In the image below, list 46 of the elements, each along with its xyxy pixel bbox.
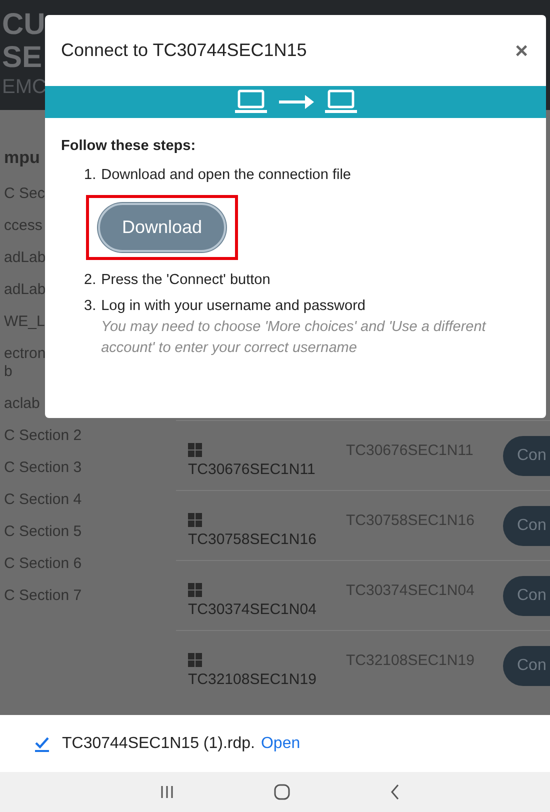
sidebar-item[interactable]: C Sec	[4, 178, 45, 210]
sidebar-item[interactable]: adLab	[4, 274, 46, 306]
sidebar-heading: mpu	[4, 148, 40, 168]
step-number: 3.	[84, 298, 96, 316]
header-title: SE	[2, 41, 42, 74]
sidebar-item[interactable]: WE_L	[4, 306, 45, 338]
sidebar-item[interactable]: ectron b	[4, 338, 46, 388]
connect-button[interactable]: Con	[503, 576, 550, 616]
step-number: 2.	[84, 272, 96, 288]
step-text: Log in with your username and password	[101, 298, 366, 314]
windows-icon	[188, 443, 202, 457]
windows-icon	[188, 583, 202, 597]
computer-name: TC32108SEC1N19	[188, 671, 318, 688]
sidebar-item[interactable]: C Section 4	[4, 484, 82, 516]
sidebar-item[interactable]: C Section 6	[4, 548, 82, 580]
sidebar-item[interactable]: C Section 7	[4, 580, 82, 612]
connect-button[interactable]: Con	[503, 506, 550, 546]
file-name: TC30744SEC1N15 (1).rdp.	[62, 734, 255, 752]
computer-name: TC30374SEC1N04	[188, 601, 318, 618]
dialog-title: Connect to TC30744SEC1N15	[61, 40, 307, 61]
open-link[interactable]: Open	[260, 734, 300, 752]
step-note: You may need to choose 'More choices' and 'Use a different account' to enter your correct username	[101, 318, 488, 358]
header-title: CU	[2, 8, 46, 41]
sidebar-item[interactable]: adLab	[4, 242, 46, 274]
computer-name: TC30758SEC1N16	[188, 531, 318, 548]
step-text: Download and open the connection file	[101, 167, 351, 183]
recent-apps-icon[interactable]	[160, 785, 174, 799]
download-button[interactable]: Download	[98, 203, 226, 252]
connect-button[interactable]: Con	[503, 646, 550, 686]
close-button[interactable]: ×	[513, 38, 530, 64]
computer-name: TC30676SEC1N11	[188, 461, 316, 478]
sidebar-item[interactable]: C Section 5	[4, 516, 82, 548]
step-number: 1.	[84, 167, 96, 183]
laptop-to-laptop-icon	[234, 89, 356, 115]
sidebar-item[interactable]: C Section 3	[4, 452, 82, 484]
back-icon[interactable]	[390, 784, 400, 800]
home-icon[interactable]	[274, 784, 290, 800]
windows-icon	[188, 513, 202, 527]
sidebar-item[interactable]: aclab	[4, 388, 40, 420]
step-text: Press the 'Connect' button	[101, 272, 270, 288]
connect-button[interactable]: Con	[503, 436, 550, 476]
sidebar-item[interactable]: C Section 2	[4, 420, 82, 452]
download-complete-icon	[34, 736, 50, 752]
sidebar-item[interactable]: ccess	[4, 210, 42, 242]
instructions-heading: Follow these steps:	[61, 138, 197, 154]
windows-icon	[188, 653, 202, 667]
